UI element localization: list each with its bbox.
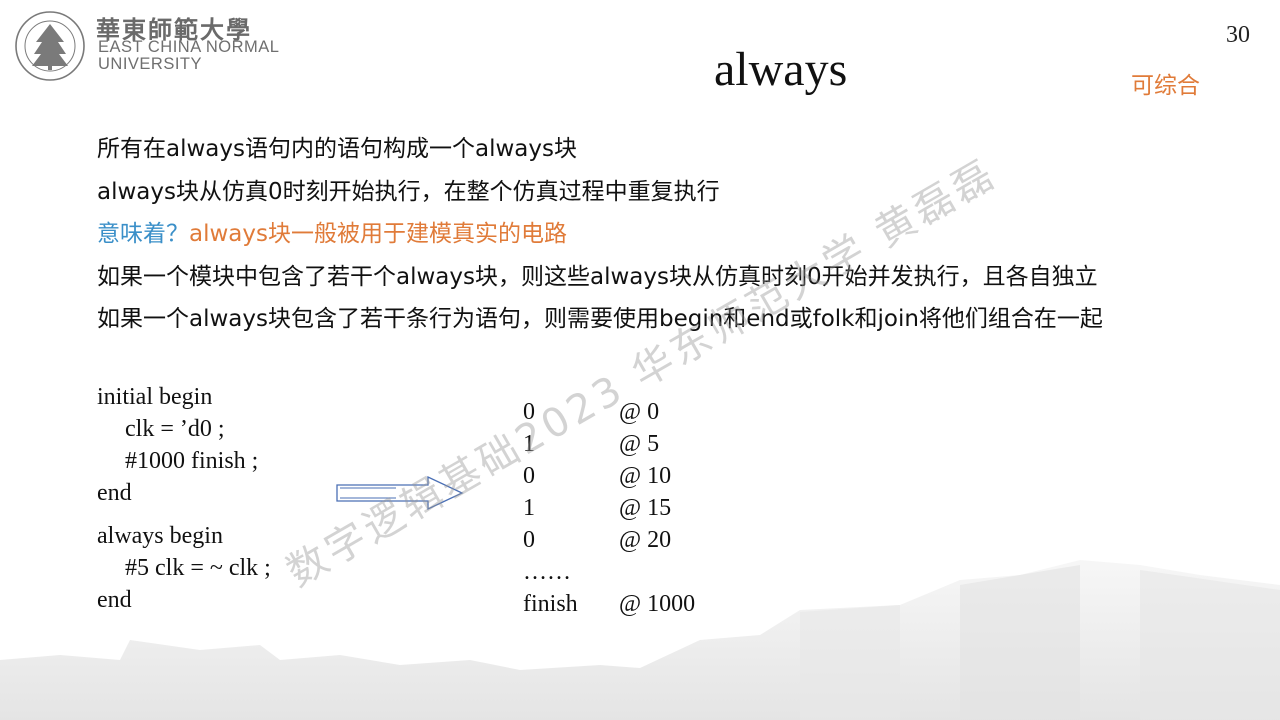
code-line: end	[97, 480, 132, 506]
question-prefix: 意味着？	[97, 221, 189, 247]
code-line: end	[97, 587, 132, 613]
output-row: 1 @ 5	[523, 428, 695, 460]
code-line: clk = ’d0 ;	[125, 416, 225, 442]
output-value: 0	[523, 399, 535, 425]
bullet-item: always块从仿真0时刻开始执行，在整个仿真过程中重复执行	[97, 178, 720, 205]
output-time: @ 1000	[619, 591, 696, 617]
university-seal-icon	[15, 11, 85, 81]
bullet-item: 所有在always语句内的语句构成一个always块	[97, 136, 577, 162]
simulation-output: 0 @ 0 1 @ 5 0 @ 10 1 @ 15 0 @ 20 …… finish @ 1…	[523, 396, 695, 620]
page-number: 30	[1226, 22, 1250, 48]
right-arrow-icon	[336, 476, 464, 510]
output-value: 0	[523, 527, 535, 553]
output-row: ……	[523, 556, 695, 588]
output-value: 1	[523, 431, 535, 457]
bullet-list: 所有在always语句内的语句构成一个always块 always块从仿真0时刻…	[97, 128, 1257, 341]
output-row: 0 @ 20	[523, 524, 695, 556]
slide-title: always	[714, 43, 848, 96]
output-time: @ 5	[619, 431, 660, 457]
output-row: 0 @ 10	[523, 460, 695, 492]
code-line: #5 clk = ~ clk ;	[125, 555, 271, 581]
output-value: finish	[523, 591, 578, 617]
question-line: 意味着？always块一般被用于建模真实的电路	[97, 213, 1257, 256]
output-time: @ 10	[619, 463, 672, 489]
code-line: always begin	[97, 523, 223, 549]
output-time: @ 15	[619, 495, 672, 521]
output-row: 0 @ 0	[523, 396, 695, 428]
output-row: 1 @ 15	[523, 492, 695, 524]
always-block-code: always begin #5 clk = ~ clk ; end	[97, 520, 271, 616]
output-row: finish @ 1000	[523, 588, 695, 620]
output-value: 1	[523, 495, 535, 521]
output-time: @ 20	[619, 527, 672, 553]
code-line: #1000 finish ;	[125, 448, 259, 474]
bullet-item: 如果一个always块包含了若干条行为语句，则需要使用begin和end或fol…	[97, 306, 1103, 332]
output-value: 0	[523, 463, 535, 489]
output-value: ……	[523, 559, 571, 585]
output-time: @ 0	[619, 399, 660, 425]
initial-block-code: initial begin clk = ’d0 ; #1000 finish ; en…	[97, 381, 258, 509]
question-answer: always块一般被用于建模真实的电路	[189, 221, 567, 247]
code-line: initial begin	[97, 384, 213, 410]
synthesizable-tag: 可综合	[1131, 73, 1200, 99]
logo-english-name-line2: UNIVERSITY	[98, 55, 203, 73]
university-logo: 華東師範大學 EAST CHINA NORMAL UNIVERSITY	[12, 8, 312, 84]
bullet-item: 如果一个模块中包含了若干个always块，则这些always块从仿真时刻0开始并…	[97, 263, 1098, 290]
